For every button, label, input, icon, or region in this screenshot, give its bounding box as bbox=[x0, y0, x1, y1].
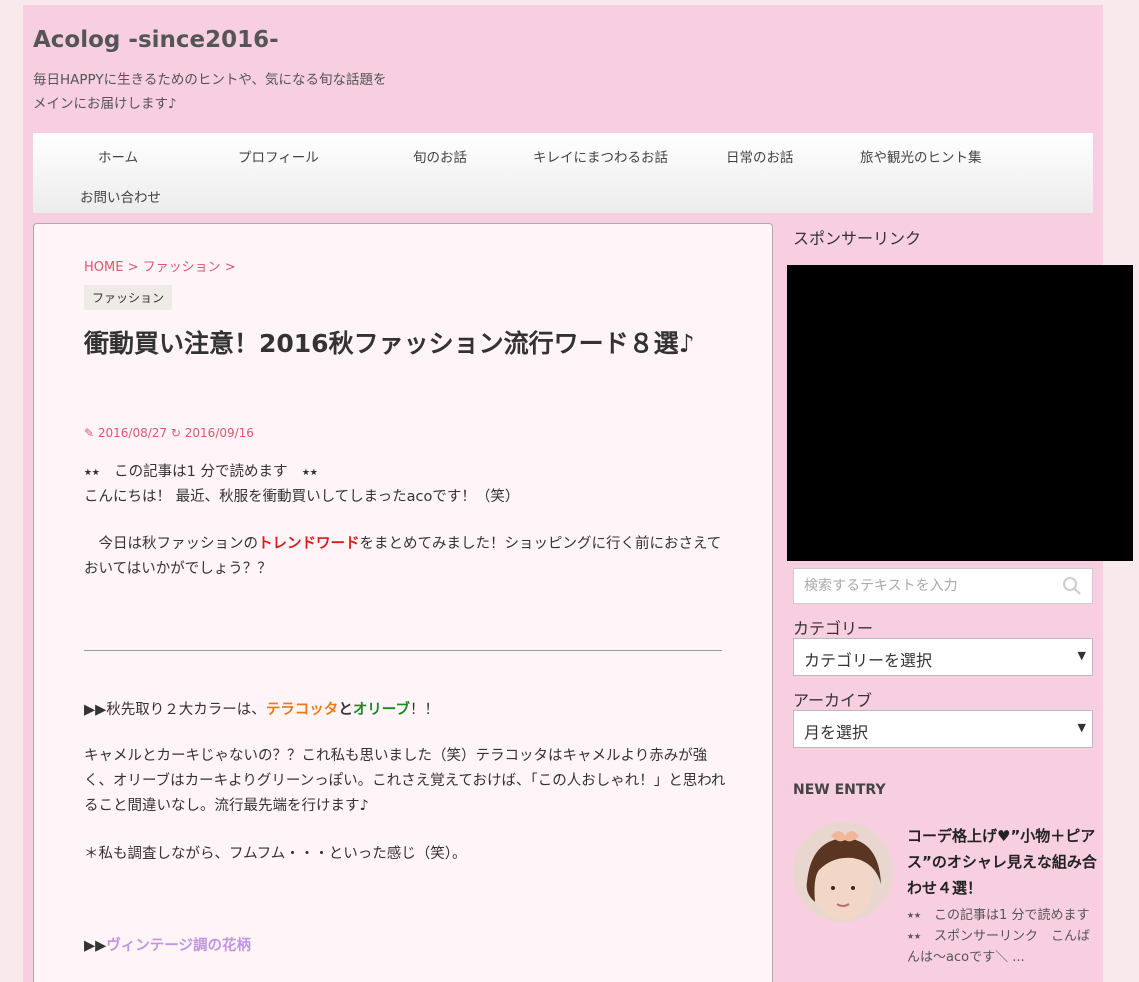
article-card: HOME > ファッション > ファッション 衝動買い注意！2016秋ファッショ… bbox=[33, 223, 773, 982]
breadcrumb-separator: > bbox=[224, 260, 236, 275]
category-select[interactable]: カテゴリーを選択 ▼ bbox=[793, 638, 1093, 676]
intro-text-before: 今日は秋ファッションの bbox=[84, 536, 258, 552]
post-title: 衝動買い注意！2016秋ファッション流行ワード８選♪ bbox=[84, 329, 695, 358]
nav-item-seasonal[interactable]: 旬のお話 bbox=[413, 146, 467, 166]
section1-prefix: ▶▶秋先取り２大カラーは、 bbox=[84, 702, 266, 718]
post-dates: ✎ 2016/08/27 ↻ 2016/09/16 bbox=[84, 426, 254, 440]
nav-item-home[interactable]: ホーム bbox=[98, 146, 138, 166]
updated-date: 2016/09/16 bbox=[184, 426, 254, 440]
site-title[interactable]: Acolog -since2016- bbox=[33, 27, 279, 53]
divider bbox=[84, 650, 722, 651]
site-description-line2: メインにお届けします♪ bbox=[33, 96, 177, 112]
nav-item-beauty[interactable]: キレイにまつわるお話 bbox=[533, 146, 668, 166]
archive-select[interactable]: 月を選択 ▼ bbox=[793, 710, 1093, 748]
greeting: こんにちは！ 最近、秋服を衝動買いしてしまったacoです！（笑） bbox=[84, 489, 520, 505]
pencil-icon: ✎ bbox=[84, 426, 95, 440]
entry-excerpt: ⭑⭑ この記事は1 分で読めます ⭑⭑ スポンサーリンク こんばんは〜acoです… bbox=[907, 908, 1103, 965]
category-tag[interactable]: ファッション bbox=[84, 285, 173, 310]
section1-note: ＊私も調査しながら、フムフム・・・といった感じ（笑）。 bbox=[84, 846, 467, 862]
global-nav: ホーム プロフィール 旬のお話 キレイにまつわるお話 日常のお話 旅や観光のヒン… bbox=[33, 133, 1093, 213]
site-description: 毎日HAPPYに生きるためのヒントや、気になる旬な話題を メインにお届けします♪ bbox=[33, 68, 453, 116]
site-description-line1: 毎日HAPPYに生きるためのヒントや、気になる旬な話題を bbox=[33, 72, 387, 88]
section1-and: と bbox=[338, 702, 353, 718]
new-entry-heading: NEW ENTRY bbox=[793, 782, 886, 798]
search-icon[interactable] bbox=[1062, 576, 1082, 596]
nav-item-travel[interactable]: 旅や観光のヒント集 bbox=[860, 146, 982, 166]
section1-body: キャメルとカーキじゃないの？？これ私も思いました（笑）テラコッタはキャメルより赤… bbox=[84, 748, 726, 814]
archive-label: アーカイブ bbox=[793, 691, 873, 710]
nav-item-profile[interactable]: プロフィール bbox=[238, 146, 319, 166]
section1-heading: ▶▶秋先取り２大カラーは、テラコッタとオリーブ！！ bbox=[84, 698, 734, 723]
olive-label: オリーブ bbox=[352, 702, 410, 718]
terracotta-label: テラコッタ bbox=[265, 702, 339, 718]
intro-paragraph: 今日は秋ファッションのトレンドワードをまとめてみました！ショッピングに行く前にお… bbox=[84, 532, 734, 582]
category-select-value: カテゴリーを選択 bbox=[804, 651, 933, 670]
refresh-icon: ↻ bbox=[170, 426, 181, 440]
category-label: カテゴリー bbox=[793, 619, 874, 638]
ad-placeholder[interactable] bbox=[787, 265, 1133, 561]
breadcrumb-separator: > bbox=[127, 260, 139, 275]
vintage-floral-label: ヴィンテージ調の花柄 bbox=[106, 938, 252, 954]
section2-heading: ▶▶ヴィンテージ調の花柄 bbox=[84, 934, 734, 959]
breadcrumb-home[interactable]: HOME bbox=[84, 260, 123, 275]
section1-suffix: ！！ bbox=[409, 702, 439, 718]
archive-select-value: 月を選択 bbox=[804, 723, 869, 742]
chevron-down-icon: ▼ bbox=[1077, 649, 1086, 662]
posted-date: 2016/08/27 bbox=[97, 426, 168, 440]
nav-item-contact[interactable]: お問い合わせ bbox=[80, 186, 161, 206]
sponsor-link-title: スポンサーリンク bbox=[793, 229, 922, 248]
breadcrumb: HOME > ファッション > bbox=[84, 256, 236, 275]
entry-thumbnail[interactable] bbox=[793, 822, 893, 922]
chevron-down-icon: ▼ bbox=[1077, 721, 1086, 734]
search-box bbox=[793, 568, 1093, 604]
entry-title[interactable]: コーデ格上げ♥”小物＋ピアス”のオシャレ見えな組み合わせ４選！ bbox=[907, 823, 1097, 901]
trend-word-highlight: トレンドワード bbox=[258, 536, 360, 552]
search-input[interactable] bbox=[794, 569, 1054, 603]
breadcrumb-fashion[interactable]: ファッション bbox=[143, 260, 221, 275]
page-wrapper: Acolog -since2016- 毎日HAPPYに生きるためのヒントや、気に… bbox=[23, 5, 1133, 982]
section2-prefix: ▶▶ bbox=[84, 938, 107, 954]
reading-time: ⭑⭑ この記事は1 分で読めます ⭑⭑ bbox=[84, 464, 318, 480]
nav-item-daily[interactable]: 日常のお話 bbox=[726, 146, 794, 166]
